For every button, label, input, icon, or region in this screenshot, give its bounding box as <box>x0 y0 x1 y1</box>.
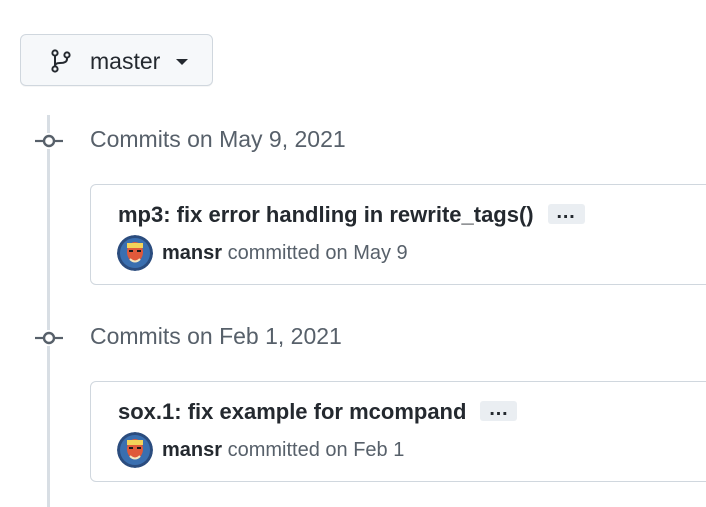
commit-action: committed <box>227 439 320 461</box>
commit-title-row: sox.1: fix example for mcompand … <box>118 398 518 426</box>
commit-meta: mansr committed on Feb 1 <box>162 436 404 464</box>
ellipsis-icon: … <box>488 398 510 421</box>
chevron-down-icon <box>176 59 188 65</box>
avatar[interactable] <box>117 432 153 468</box>
expand-message-button[interactable]: … <box>480 398 518 422</box>
commit-card: mp3: fix error handling in rewrite_tags(… <box>90 184 706 285</box>
avatar-image <box>117 432 153 468</box>
commit-date: on May 9 <box>325 242 408 264</box>
commit-action: committed <box>227 242 320 264</box>
commit-card: sox.1: fix example for mcompand … mansr c… <box>90 381 706 482</box>
commit-meta: mansr committed on May 9 <box>162 239 408 267</box>
commit-date: on Feb 1 <box>325 439 405 461</box>
commit-group-heading: Commits on May 9, 2021 <box>90 126 346 152</box>
branch-name: master <box>90 48 161 74</box>
avatar-image <box>117 235 153 271</box>
commit-group-heading: Commits on Feb 1, 2021 <box>90 323 342 349</box>
git-commit-icon <box>35 330 63 346</box>
git-commit-icon <box>35 133 63 149</box>
timeline-line <box>47 115 50 507</box>
commit-author-link[interactable]: mansr <box>162 439 222 461</box>
avatar[interactable] <box>117 235 153 271</box>
git-branch-icon <box>51 49 71 73</box>
commit-author-link[interactable]: mansr <box>162 242 222 264</box>
expand-message-button[interactable]: … <box>547 201 585 225</box>
ellipsis-icon: … <box>555 201 577 224</box>
branch-select-button[interactable]: master <box>20 34 213 86</box>
commit-title-row: mp3: fix error handling in rewrite_tags(… <box>118 201 585 229</box>
commit-title-link[interactable]: mp3: fix error handling in rewrite_tags(… <box>118 202 534 227</box>
commit-title-link[interactable]: sox.1: fix example for mcompand <box>118 399 466 424</box>
